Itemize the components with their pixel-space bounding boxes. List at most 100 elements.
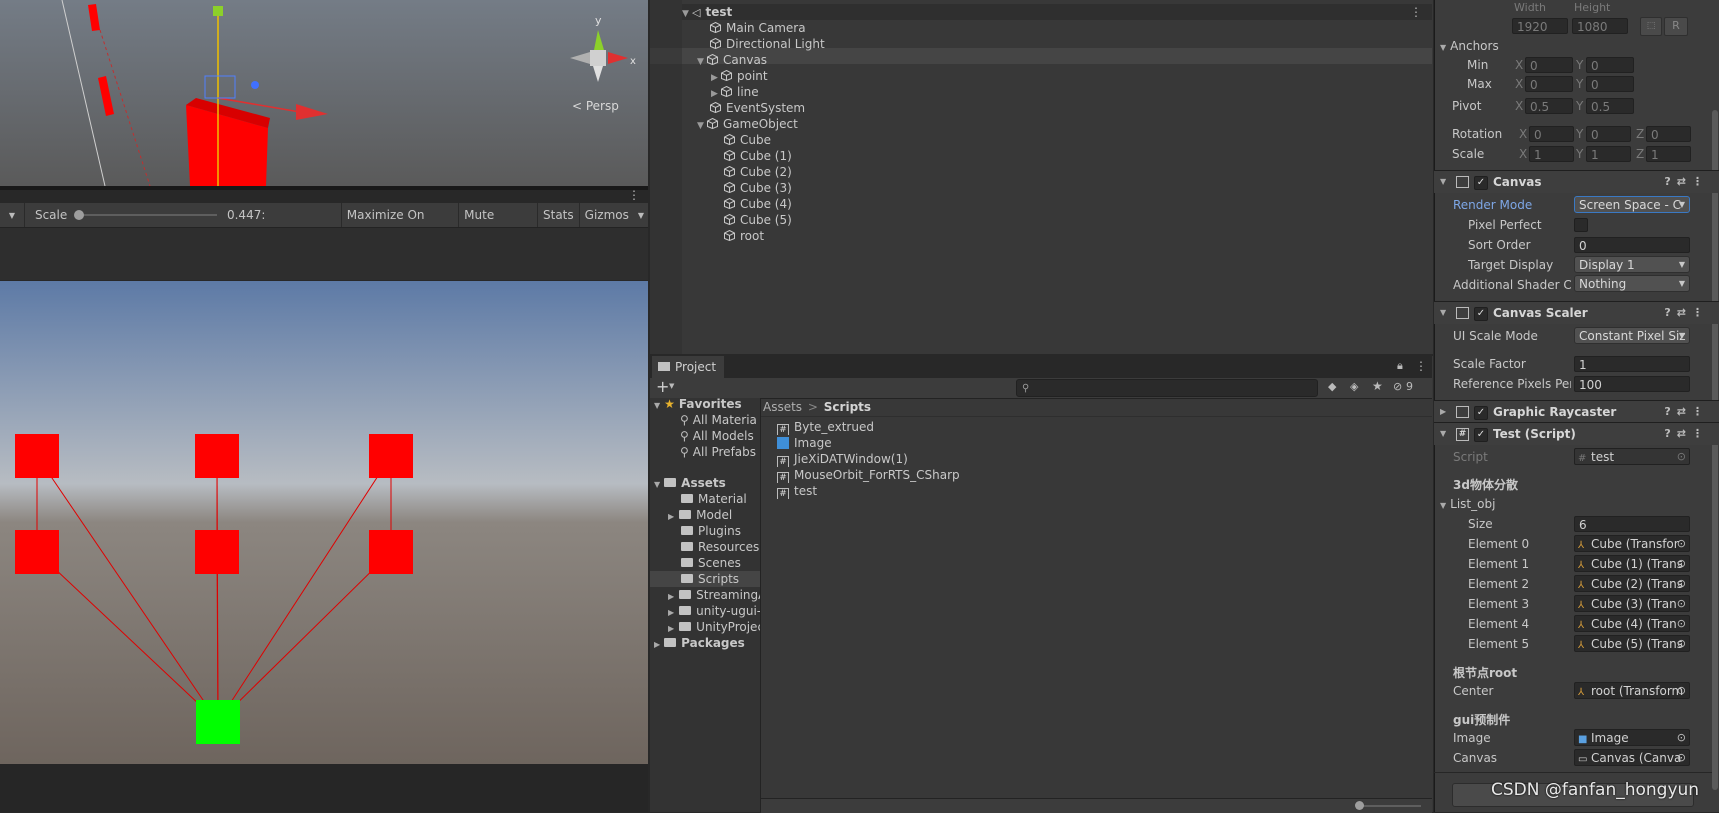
object-picker-icon[interactable]: ⊙ [1677, 536, 1686, 551]
hierarchy-item[interactable]: Cube (3) [724, 180, 792, 196]
tree-folder[interactable]: Material [681, 491, 760, 507]
inspector-scrollbar[interactable] [1712, 110, 1718, 790]
stats-button[interactable]: Stats [537, 203, 579, 227]
file-item[interactable]: Image [777, 435, 832, 451]
tree-favorites[interactable]: ▼ ★ Favorites [654, 396, 742, 412]
breadcrumb-assets[interactable]: Assets [763, 400, 802, 414]
hierarchy-item[interactable]: ▶ line [711, 84, 759, 100]
reference-ppu-field[interactable]: 100 [1574, 376, 1690, 392]
hierarchy-item[interactable]: ▼ GameObject [697, 116, 798, 132]
object-picker-icon[interactable]: ⊙ [1677, 750, 1686, 765]
expand-arrow-icon[interactable]: ▶ [668, 608, 674, 617]
scale-slider[interactable] [73, 203, 221, 227]
maximize-on-play-button[interactable]: Maximize On Play [340, 203, 458, 246]
element-reference-field[interactable]: ⅄ Cube (Transfor ⊙ [1574, 535, 1690, 552]
expand-arrow-icon[interactable]: ▶ [668, 512, 674, 521]
anchor-min-x-field[interactable]: 0 [1525, 57, 1573, 73]
raw-edit-button[interactable]: R [1664, 17, 1688, 36]
object-picker-icon[interactable]: ⊙ [1677, 616, 1686, 631]
element-reference-field[interactable]: ⅄ Cube (1) (Trans ⊙ [1574, 555, 1690, 572]
hierarchy-item[interactable]: EventSystem [710, 100, 805, 116]
hierarchy-item[interactable]: Cube (1) [724, 148, 792, 164]
expand-arrow-icon[interactable]: ▶ [668, 624, 674, 633]
hidden-eye-icon[interactable]: ⊘ [1393, 380, 1402, 393]
expand-arrow-icon[interactable]: ▶ [1440, 401, 1446, 423]
hierarchy-item[interactable]: Cube [724, 132, 771, 148]
search-by-label-icon[interactable]: ◈ [1350, 380, 1358, 393]
more-menu-icon[interactable]: ⋮ [628, 188, 640, 202]
canvas-scaler-header[interactable]: ▼ ✓ Canvas Scaler ?⇄⋮ [1434, 301, 1719, 324]
anchors-foldout[interactable]: ▼ Anchors [1440, 37, 1499, 55]
component-enabled-checkbox[interactable]: ✓ [1474, 406, 1488, 420]
create-plus-icon[interactable]: + [656, 378, 669, 396]
file-item[interactable]: # JieXiDATWindow(1) [777, 451, 908, 467]
component-enabled-checkbox[interactable]: ✓ [1474, 176, 1488, 190]
object-picker-icon[interactable]: ⊙ [1677, 730, 1686, 745]
favorites-star-icon[interactable]: ★ [1372, 379, 1383, 393]
expand-arrow-icon[interactable]: ▼ [654, 480, 660, 489]
element-reference-field[interactable]: ⅄ Cube (3) (Tran ⊙ [1574, 595, 1690, 612]
graphic-raycaster-header[interactable]: ▶ ✓ Graphic Raycaster ?⇄⋮ [1434, 400, 1719, 423]
component-actions[interactable]: ?⇄⋮ [1664, 423, 1709, 445]
size-field[interactable]: 6 [1574, 516, 1690, 532]
tree-folder[interactable]: ▶ unity-ugui- [668, 603, 760, 619]
game-view[interactable] [0, 281, 648, 764]
tree-folder[interactable]: ▶ Model [668, 507, 760, 523]
hierarchy-item[interactable]: Cube (2) [724, 164, 792, 180]
panel-menu-icon[interactable]: ⋮ [1415, 359, 1427, 373]
search-by-type-icon[interactable]: ◆ [1328, 380, 1336, 393]
element-reference-field[interactable]: ⅄ Cube (5) (Trans ⊙ [1574, 635, 1690, 652]
tab-project[interactable]: Project [652, 356, 724, 378]
object-picker-icon[interactable]: ⊙ [1677, 683, 1686, 698]
image-reference-field[interactable]: ■ Image ⊙ [1574, 729, 1690, 746]
pivot-y-field[interactable]: 0.5 [1586, 98, 1634, 114]
tree-folder[interactable]: ▶ UnityProjec [668, 619, 760, 635]
expand-arrow-icon[interactable]: ▼ [697, 54, 707, 70]
expand-arrow-icon[interactable]: ▼ [697, 118, 707, 134]
file-item[interactable]: # Byte_extrued [777, 419, 874, 435]
hierarchy-item[interactable]: ▼ Canvas [697, 52, 767, 68]
pixel-perfect-checkbox[interactable] [1574, 218, 1588, 232]
tree-folder-selected[interactable]: Scripts [681, 571, 760, 587]
element-reference-field[interactable]: ⅄ Cube (4) (Tran ⊙ [1574, 615, 1690, 632]
tree-packages[interactable]: ▶ Packages [654, 635, 745, 651]
height-field[interactable]: 1080 [1572, 18, 1628, 34]
center-reference-field[interactable]: ⅄ root (Transform ⊙ [1574, 682, 1690, 699]
hierarchy-scene-row[interactable]: ▼ ◁ test ⋮ [682, 4, 1432, 20]
object-picker-icon[interactable]: ⊙ [1677, 556, 1686, 571]
expand-arrow-icon[interactable]: ▼ [1440, 171, 1446, 193]
tree-folder[interactable]: ▶ StreamingA [668, 587, 760, 603]
file-item[interactable]: # MouseOrbit_ForRTS_CSharp [777, 467, 960, 483]
scene-view[interactable]: y x < Persp [0, 0, 648, 186]
expand-arrow-icon[interactable]: ▼ [1440, 302, 1446, 324]
create-dropdown-icon[interactable]: ▼ [669, 382, 674, 390]
sort-order-field[interactable]: 0 [1574, 237, 1690, 253]
icon-size-slider-thumb[interactable] [1355, 801, 1364, 810]
persp-label[interactable]: < Persp [572, 99, 619, 113]
render-mode-dropdown[interactable]: Screen Space - C ▼ [1574, 196, 1690, 213]
mute-audio-button[interactable]: Mute Audio [458, 203, 537, 246]
width-field[interactable]: 1920 [1512, 18, 1568, 34]
blueprint-mode-icon[interactable]: ⬚ [1640, 17, 1662, 36]
tree-fav-item[interactable]: ⚲ All Models [680, 428, 760, 444]
expand-arrow-icon[interactable]: ▶ [654, 640, 660, 649]
tree-folder[interactable]: Resources [681, 539, 760, 555]
component-actions[interactable]: ?⇄⋮ [1664, 302, 1709, 324]
rotation-x-field[interactable]: 0 [1529, 126, 1574, 142]
hierarchy-item[interactable]: Directional Light [710, 36, 825, 52]
scale-factor-field[interactable]: 1 [1574, 356, 1690, 372]
additional-shader-dropdown[interactable]: Nothing ▼ [1574, 275, 1690, 292]
search-input[interactable]: ⚲ [1016, 379, 1318, 397]
expand-arrow-icon[interactable]: ▼ [1440, 43, 1446, 52]
tree-assets[interactable]: ▼ Assets [654, 475, 726, 491]
aspect-dropdown-caret-icon[interactable]: ▼ [0, 211, 24, 220]
list-obj-foldout[interactable]: ▼ List_obj [1440, 495, 1495, 513]
object-picker-icon[interactable]: ⊙ [1677, 576, 1686, 591]
component-enabled-checkbox[interactable]: ✓ [1474, 428, 1488, 442]
tree-fav-item[interactable]: ⚲ All Materia [680, 412, 760, 428]
hierarchy-item[interactable]: ▶ point [711, 68, 768, 84]
tree-fav-item[interactable]: ⚲ All Prefabs [680, 444, 760, 460]
scale-z-field[interactable]: 1 [1646, 146, 1691, 162]
expand-arrow-icon[interactable]: ▼ [1440, 423, 1446, 445]
file-item[interactable]: # test [777, 483, 817, 499]
